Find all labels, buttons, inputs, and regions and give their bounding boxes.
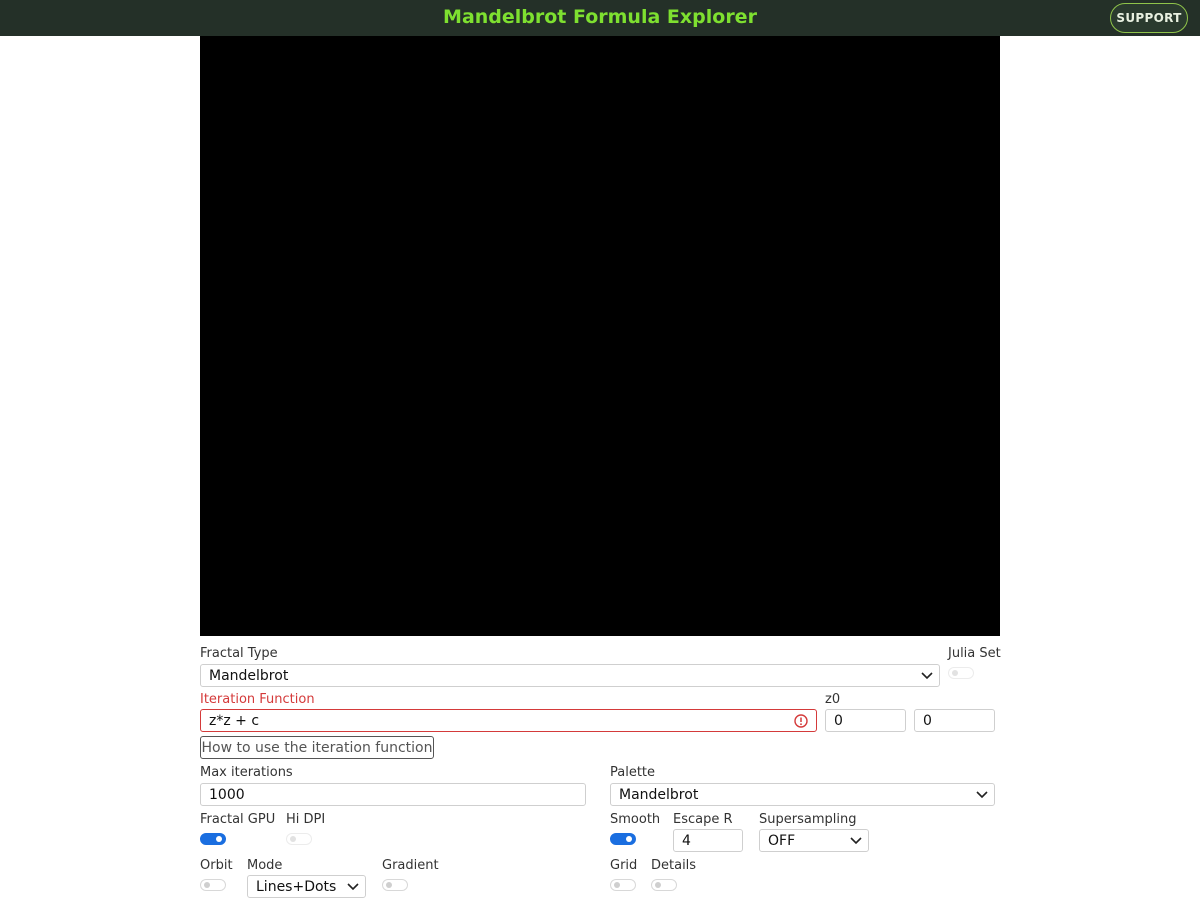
chevron-down-icon: [921, 671, 933, 681]
fractal-type-value: Mandelbrot: [209, 667, 289, 684]
palette-label: Palette: [610, 765, 656, 780]
iteration-function-label: Iteration Function: [200, 692, 315, 707]
mode-label: Mode: [247, 858, 283, 873]
hi-dpi-label: Hi DPI: [286, 812, 326, 827]
fractal-gpu-label: Fractal GPU: [200, 812, 276, 827]
orbit-toggle[interactable]: [200, 879, 226, 891]
supersampling-label: Supersampling: [759, 812, 857, 827]
page-title: Mandelbrot Formula Explorer: [443, 6, 757, 28]
grid-toggle[interactable]: [610, 879, 636, 891]
chevron-down-icon: [347, 882, 359, 892]
fractal-type-select[interactable]: Mandelbrot: [200, 664, 940, 687]
chevron-down-icon: [976, 790, 988, 800]
escape-r-label: Escape R: [673, 812, 733, 827]
details-label: Details: [651, 858, 697, 873]
iteration-help-button[interactable]: How to use the iteration function: [200, 736, 434, 759]
fractal-gpu-toggle[interactable]: [200, 833, 226, 845]
palette-value: Mandelbrot: [619, 786, 699, 803]
grid-label: Grid: [610, 858, 638, 873]
max-iterations-input[interactable]: 1000: [200, 783, 586, 806]
chevron-down-icon: [850, 836, 862, 846]
orbit-label: Orbit: [200, 858, 233, 873]
z0-label: z0: [825, 692, 841, 707]
gradient-toggle[interactable]: [382, 879, 408, 891]
z0-real-value: 0: [834, 712, 843, 729]
iteration-function-value: z*z + c: [209, 712, 260, 729]
julia-set-toggle[interactable]: [948, 667, 974, 679]
palette-select[interactable]: Mandelbrot: [610, 783, 995, 806]
gradient-label: Gradient: [382, 858, 439, 873]
mode-select[interactable]: Lines+Dots: [247, 875, 366, 898]
z0-imag-input[interactable]: 0: [914, 709, 995, 732]
iteration-function-input[interactable]: z*z + c: [200, 709, 817, 732]
smooth-toggle[interactable]: [610, 833, 636, 845]
julia-set-label: Julia Set: [948, 646, 1001, 661]
z0-imag-value: 0: [923, 712, 932, 729]
hi-dpi-toggle[interactable]: [286, 833, 312, 845]
fractal-canvas[interactable]: [200, 36, 1000, 636]
fractal-type-label: Fractal Type: [200, 646, 278, 661]
supersampling-select[interactable]: OFF: [759, 829, 869, 852]
escape-r-value: 4: [682, 832, 691, 849]
z0-real-input[interactable]: 0: [825, 709, 906, 732]
app-header: Mandelbrot Formula Explorer SUPPORT: [0, 0, 1200, 36]
mode-value: Lines+Dots: [256, 878, 337, 895]
error-circle-icon: [794, 713, 808, 728]
escape-r-input[interactable]: 4: [673, 829, 743, 852]
details-toggle[interactable]: [651, 879, 677, 891]
supersampling-value: OFF: [768, 832, 796, 849]
smooth-label: Smooth: [610, 812, 661, 827]
max-iterations-label: Max iterations: [200, 765, 293, 780]
max-iterations-value: 1000: [209, 786, 245, 803]
support-button[interactable]: SUPPORT: [1110, 3, 1188, 33]
